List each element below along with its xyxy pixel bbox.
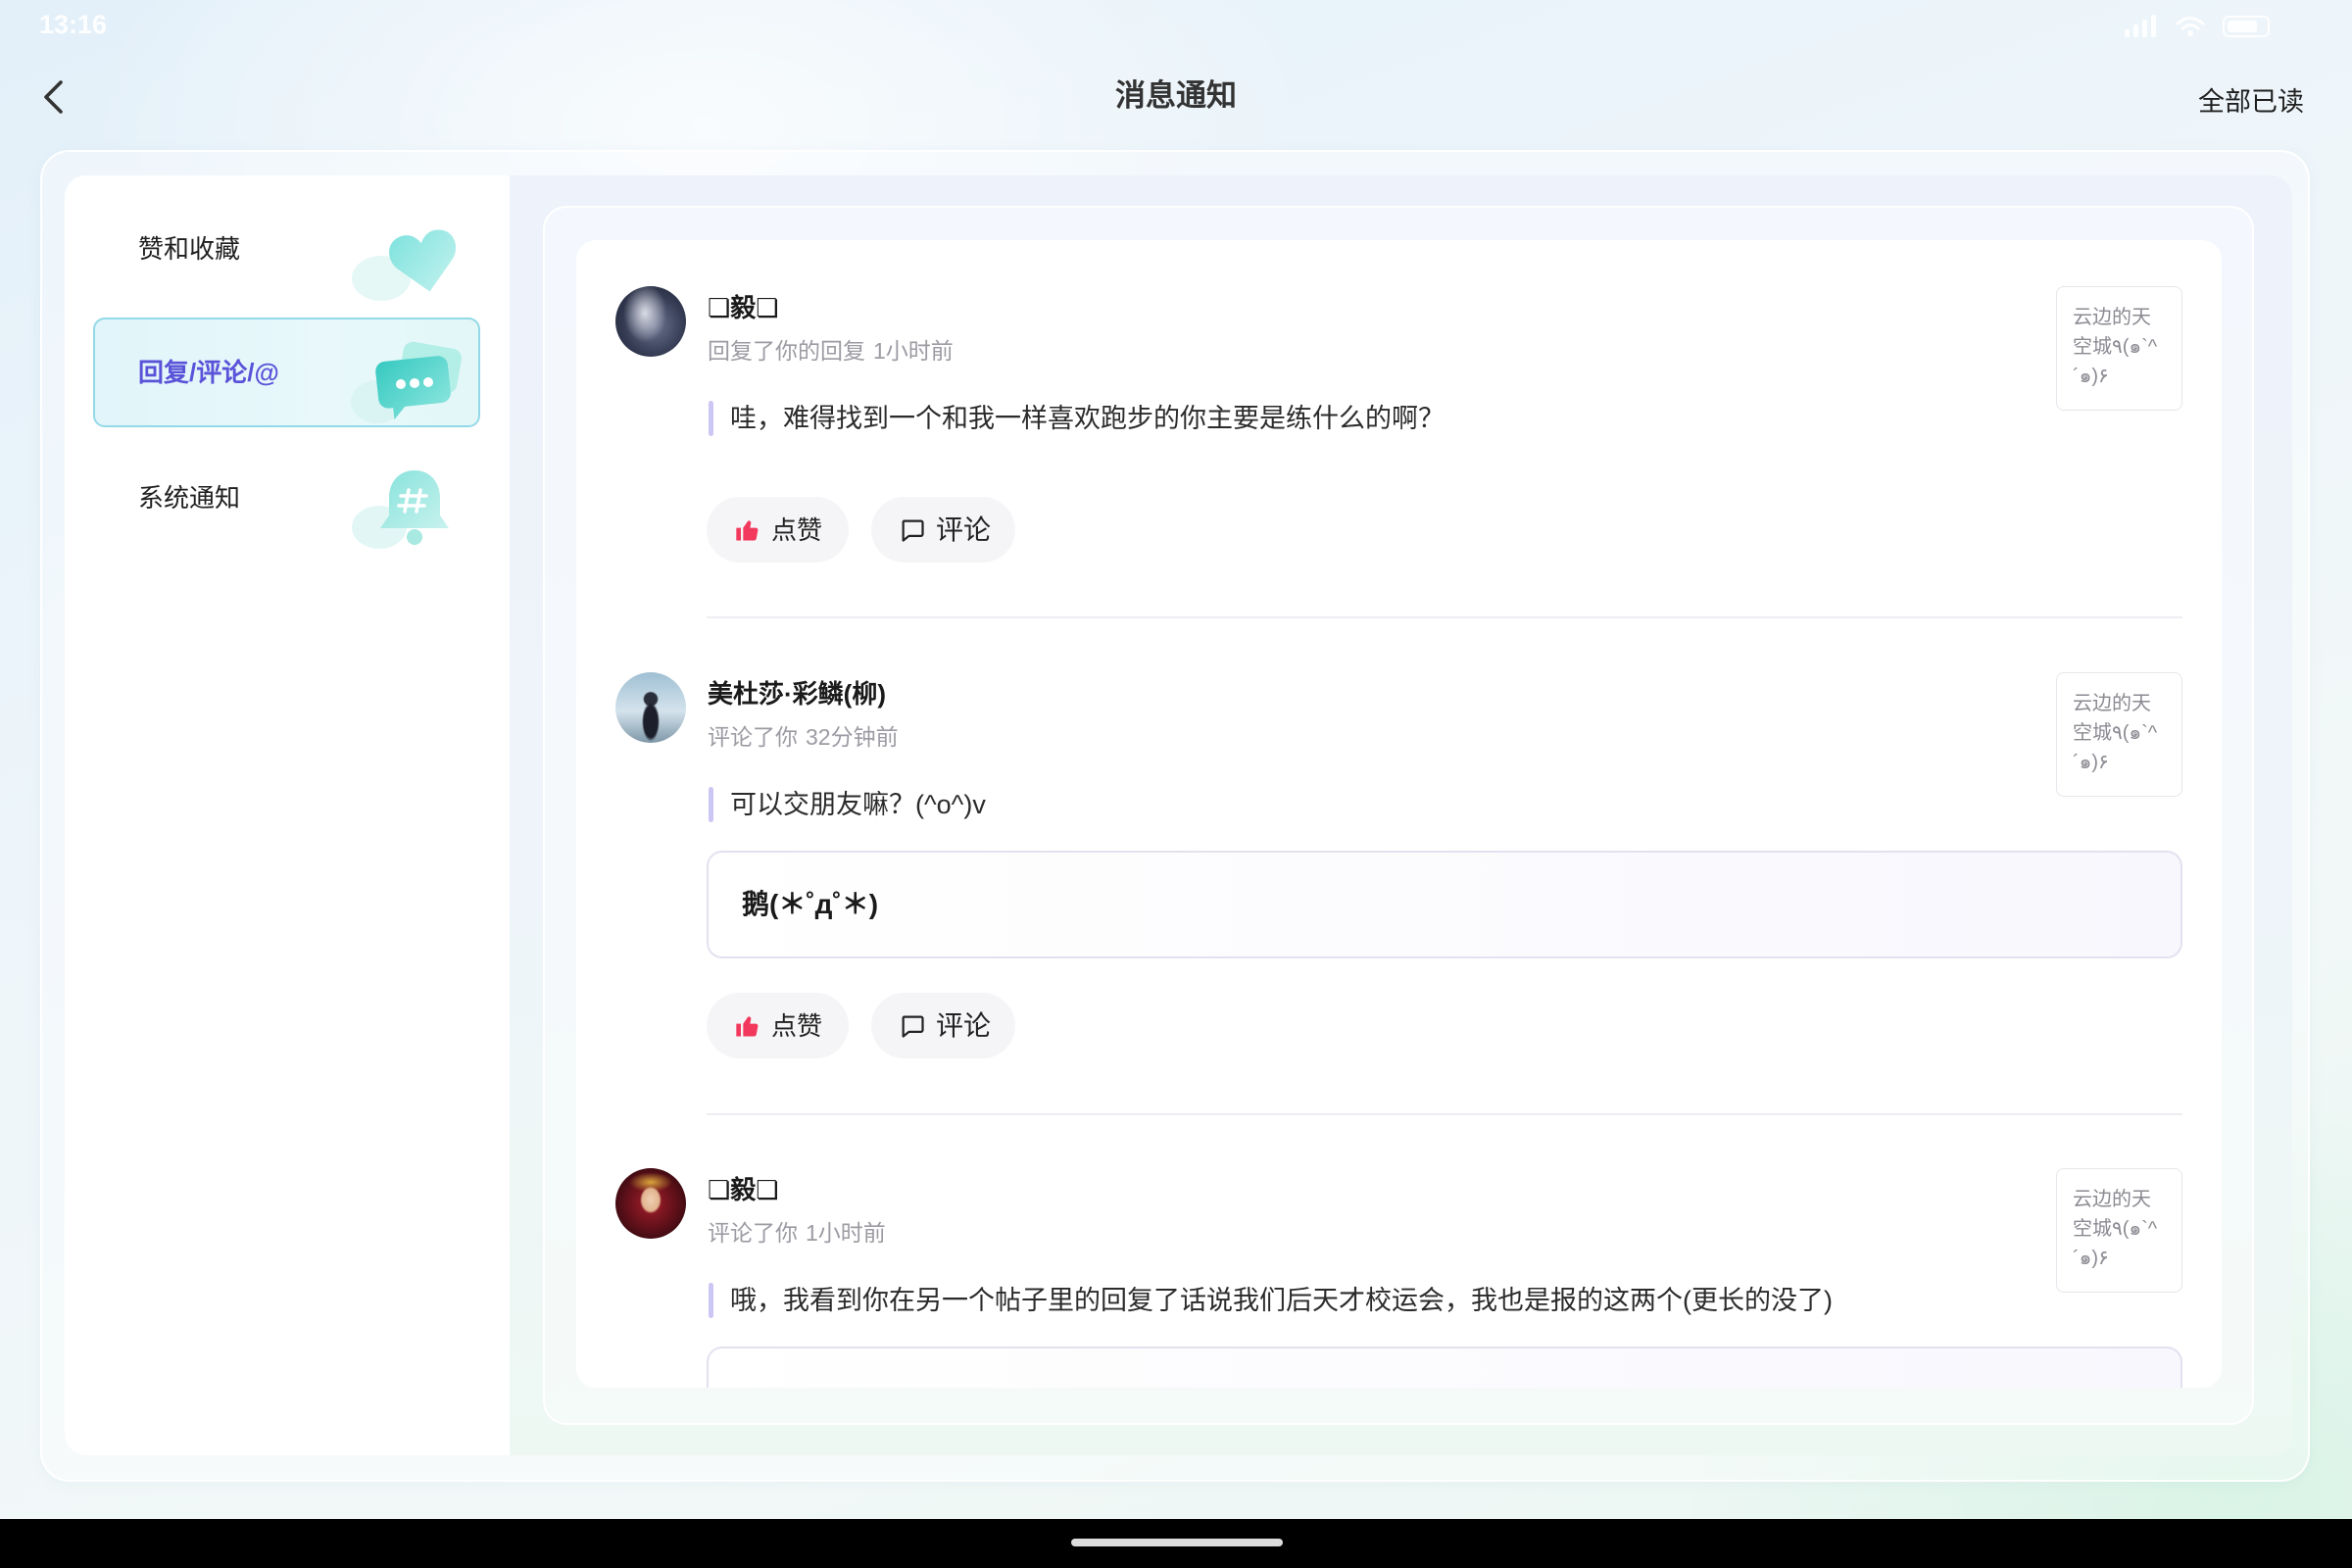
sidebar-item-replies[interactable]: 回复/评论/@	[93, 318, 480, 427]
comment-icon	[902, 519, 924, 542]
sidebar-item-label: 系统通知	[138, 483, 241, 513]
comment-button[interactable]: 评论	[871, 993, 1015, 1058]
comment-label: 评论	[936, 1009, 992, 1041]
user-name[interactable]: ❏毅❏	[708, 1172, 779, 1207]
quoted-original-comment[interactable]: 鹅(＊˚д˚＊)	[707, 851, 2182, 958]
wifi-icon	[2176, 17, 2205, 36]
comment-label: 评论	[936, 514, 992, 545]
notification-item[interactable]: 美杜莎·彩鳞(柳) 评论了你 32分钟前 可以交朋友嘛？(^o^)v 云边的天空城…	[576, 672, 2222, 1123]
action-row: 点赞 评论	[707, 993, 1015, 1058]
quoted-original-comment[interactable]	[707, 1347, 2182, 1388]
post-preview-text: 云边的天空城٩(๑`^´๑)۶	[2073, 307, 2158, 387]
post-preview[interactable]: 云边的天空城٩(๑`^´๑)۶	[2056, 672, 2182, 797]
reply-content: 哇，难得找到一个和我一样喜欢跑步的你主要是练什么的啊？	[709, 401, 2041, 436]
reply-text: 哇，难得找到一个和我一样喜欢跑步的你主要是练什么的啊？	[730, 404, 1445, 433]
bell-icon	[350, 465, 466, 551]
mark-all-read-button[interactable]: 全部已读	[2198, 84, 2304, 120]
notification-meta: 评论了你 1小时前	[708, 1218, 886, 1248]
post-preview-text: 云边的天空城٩(๑`^´๑)۶	[2073, 693, 2158, 773]
home-indicator[interactable]	[1071, 1539, 1283, 1546]
notification-action: 评论了你	[708, 724, 798, 750]
reply-text: 哦，我看到你在另一个帖子里的回复了话说我们后天才校运会，我也是报的这两个(更长的…	[730, 1286, 1833, 1315]
notification-item[interactable]: ❏毅❏ 评论了你 1小时前 哦，我看到你在另一个帖子里的回复了话说我们后天才校运会…	[576, 1168, 2222, 1388]
avatar[interactable]	[615, 1168, 686, 1239]
system-navigation-bar	[0, 1519, 2352, 1568]
notification-time: 32分钟前	[806, 724, 899, 750]
like-button[interactable]: 点赞	[707, 497, 849, 563]
divider	[707, 616, 2182, 618]
heart-icon	[350, 216, 466, 302]
comment-icon	[902, 1015, 924, 1038]
like-button[interactable]: 点赞	[707, 993, 849, 1058]
quote-bar	[709, 1283, 713, 1318]
avatar[interactable]	[615, 286, 686, 357]
user-name[interactable]: ❏毅❏	[708, 290, 779, 325]
post-preview[interactable]: 云边的天空城٩(๑`^´๑)۶	[2056, 286, 2182, 411]
user-name[interactable]: 美杜莎·彩鳞(柳)	[708, 676, 886, 711]
post-preview-text: 云边的天空城٩(๑`^´๑)۶	[2073, 1189, 2158, 1269]
like-label: 点赞	[771, 1010, 823, 1041]
notification-item[interactable]: ❏毅❏ 回复了你的回复 1小时前 哇，难得找到一个和我一样喜欢跑步的你主要是练什么…	[576, 286, 2222, 737]
thumbs-up-icon	[736, 519, 759, 540]
reply-content: 可以交朋友嘛？(^o^)v	[709, 787, 2041, 822]
notification-action: 回复了你的回复	[708, 338, 865, 364]
thumbs-up-icon	[736, 1015, 759, 1036]
page-title: 消息通知	[1115, 78, 1237, 113]
quoted-text: 鹅(＊˚д˚＊)	[742, 889, 879, 919]
sidebar-item-system[interactable]: 系统通知	[93, 443, 480, 553]
status-icons	[2125, 12, 2281, 41]
notification-meta: 评论了你 32分钟前	[708, 722, 899, 752]
sidebar: 赞和收藏 回复/评论/@ 系统通知	[65, 175, 510, 1455]
reply-content: 哦，我看到你在另一个帖子里的回复了话说我们后天才校运会，我也是报的这两个(更长的…	[709, 1283, 2041, 1318]
reply-text: 可以交朋友嘛？(^o^)v	[730, 790, 986, 819]
notification-action: 评论了你	[708, 1220, 798, 1246]
comment-button[interactable]: 评论	[871, 497, 1015, 563]
divider	[707, 1113, 2182, 1115]
chat-bubbles-icon	[350, 339, 466, 425]
quote-bar	[709, 401, 713, 436]
quote-bar	[709, 787, 713, 822]
status-time: 13:16	[39, 10, 108, 39]
notification-list[interactable]: ❏毅❏ 回复了你的回复 1小时前 哇，难得找到一个和我一样喜欢跑步的你主要是练什么…	[576, 240, 2222, 1388]
notification-time: 1小时前	[873, 338, 954, 364]
sidebar-item-label: 赞和收藏	[138, 234, 241, 264]
like-label: 点赞	[771, 514, 823, 545]
notification-meta: 回复了你的回复 1小时前	[708, 336, 954, 366]
battery-icon	[2223, 16, 2270, 37]
sidebar-item-likes-favorites[interactable]: 赞和收藏	[93, 194, 480, 304]
action-row: 点赞 评论	[707, 497, 1015, 563]
notification-time: 1小时前	[806, 1220, 886, 1246]
post-preview[interactable]: 云边的天空城٩(๑`^´๑)۶	[2056, 1168, 2182, 1293]
avatar[interactable]	[615, 672, 686, 743]
sidebar-item-label: 回复/评论/@	[138, 358, 279, 387]
